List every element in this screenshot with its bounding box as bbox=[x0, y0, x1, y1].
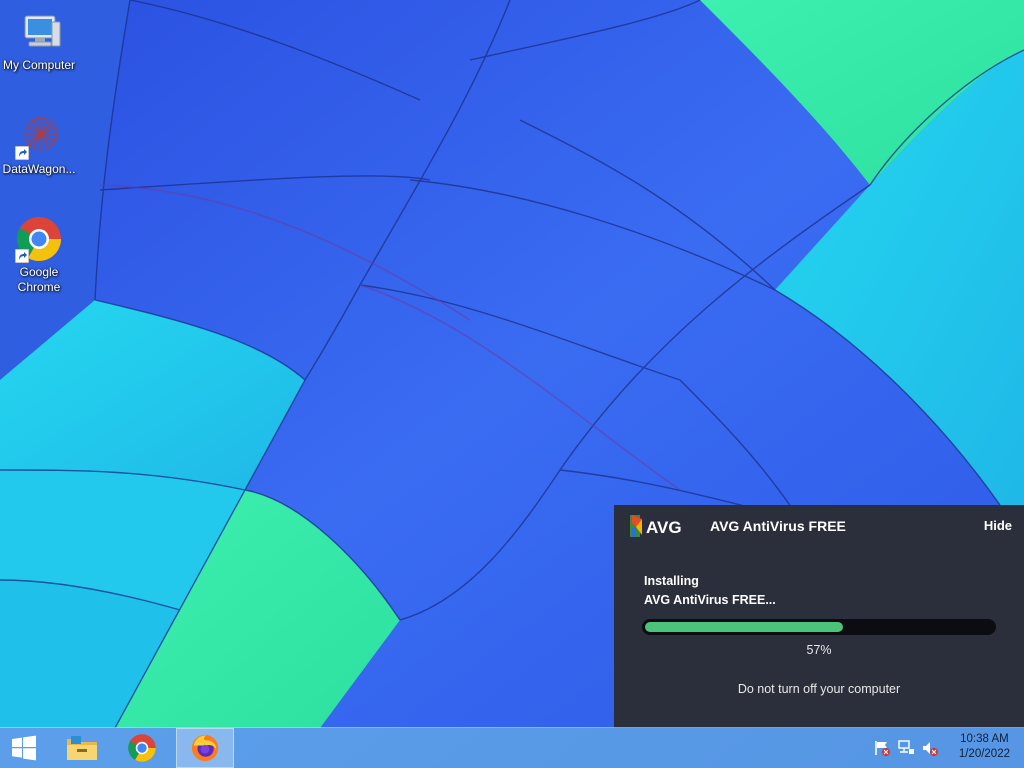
system-clock[interactable]: 10:38 AM 1/20/2022 bbox=[959, 732, 1010, 762]
desktop: My Computer DataWagon... Google Chrome A… bbox=[0, 0, 1024, 768]
clock-date: 1/20/2022 bbox=[958, 748, 1010, 760]
install-progress-bar bbox=[642, 619, 996, 635]
shortcut-arrow-icon bbox=[15, 249, 29, 263]
network-icon[interactable] bbox=[897, 740, 915, 756]
hide-button[interactable]: Hide bbox=[984, 518, 1012, 533]
desktop-icon-google-chrome[interactable]: Google Chrome bbox=[0, 215, 79, 295]
svg-text:AVG: AVG bbox=[646, 518, 682, 537]
volume-muted-icon[interactable] bbox=[921, 740, 939, 756]
install-percent-label: 57% bbox=[806, 643, 832, 657]
datawagon-icon bbox=[15, 112, 63, 160]
computer-icon bbox=[15, 8, 63, 56]
desktop-icon-label: DataWagon... bbox=[2, 162, 76, 176]
chrome-icon bbox=[15, 215, 63, 263]
taskbar-file-explorer[interactable] bbox=[56, 728, 108, 768]
clock-time: 10:38 AM bbox=[960, 733, 1009, 745]
start-button[interactable] bbox=[0, 728, 48, 768]
action-center-flag-icon[interactable] bbox=[873, 740, 891, 756]
avg-panel-header: AVG AVG AntiVirus FREE Hide bbox=[614, 505, 1024, 547]
desktop-icon-label: Google Chrome bbox=[17, 265, 61, 294]
install-warning-text: Do not turn off your computer bbox=[737, 682, 901, 696]
install-progress-fill bbox=[645, 622, 843, 632]
taskbar-chrome[interactable] bbox=[116, 728, 168, 768]
shortcut-arrow-icon bbox=[15, 146, 29, 160]
avg-install-panel: AVG AVG AntiVirus FREE Hide Installing A… bbox=[614, 505, 1024, 728]
taskbar: 10:38 AM 1/20/2022 bbox=[0, 727, 1024, 768]
install-product-label: AVG AntiVirus FREE... bbox=[644, 593, 776, 607]
file-explorer-icon bbox=[67, 736, 97, 760]
chrome-icon bbox=[128, 734, 156, 762]
avg-title: AVG AntiVirus FREE bbox=[710, 518, 846, 534]
desktop-icon-datawagon[interactable]: DataWagon... bbox=[0, 112, 79, 177]
install-status-label: Installing bbox=[644, 574, 699, 588]
avg-logo: AVG bbox=[630, 515, 682, 537]
firefox-icon bbox=[191, 734, 219, 762]
desktop-icon-my-computer[interactable]: My Computer bbox=[0, 8, 79, 73]
desktop-icon-label: My Computer bbox=[2, 58, 76, 72]
start-windows-icon bbox=[12, 735, 36, 761]
taskbar-firefox[interactable] bbox=[176, 728, 234, 768]
